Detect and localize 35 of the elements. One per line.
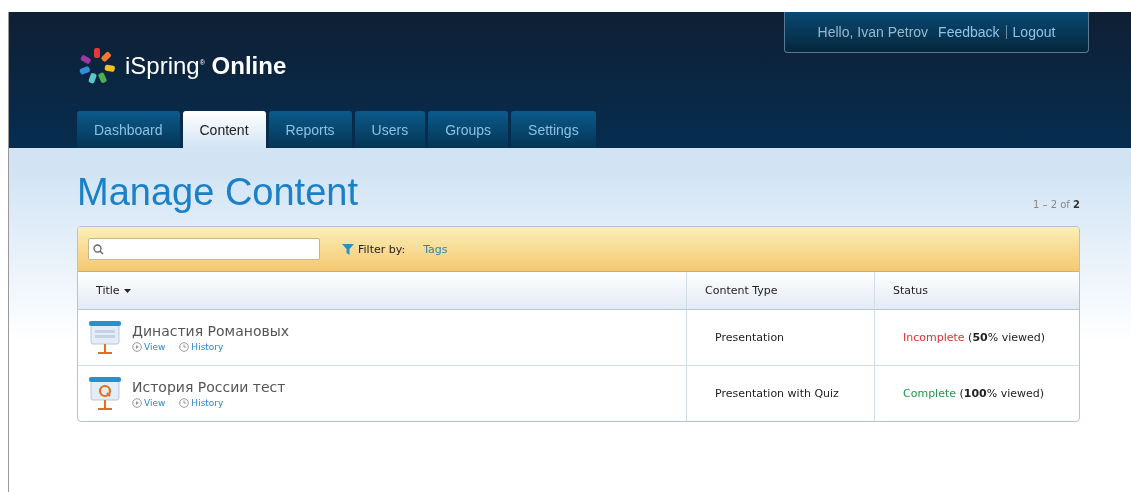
nav-tab[interactable]: Settings: [511, 111, 596, 148]
play-circle-icon: [132, 342, 142, 352]
logo-icon: [77, 46, 117, 86]
column-header[interactable]: Status: [874, 272, 1079, 310]
clock-icon: [179, 398, 190, 408]
action-link[interactable]: History: [179, 398, 224, 408]
nav-tab[interactable]: Reports: [268, 111, 352, 148]
action-link[interactable]: View: [132, 398, 166, 408]
table-cell: Complete (100% viewed): [874, 366, 1079, 421]
clock-icon: [179, 342, 190, 352]
page-title: Manage Content: [77, 171, 358, 214]
content-title[interactable]: История России тест: [132, 379, 286, 395]
table-cell: Incomplete (50% viewed): [874, 310, 1079, 366]
header-link[interactable]: Logout: [1012, 24, 1056, 40]
table-cell: Presentation with Quiz: [686, 366, 874, 421]
nav-tab[interactable]: Content: [182, 111, 266, 148]
greeting-text: Hello, Ivan Petrov: [817, 24, 929, 40]
logo-text: iSpring$^{®}$ Online: [125, 52, 287, 80]
tags-link[interactable]: Tags: [423, 242, 448, 256]
column-header[interactable]: Content Type: [686, 272, 874, 310]
content-title[interactable]: Династия Романовых: [132, 323, 290, 339]
action-link[interactable]: History: [179, 342, 224, 352]
play-circle-icon: [132, 398, 142, 408]
table-cell: Presentation: [686, 310, 874, 366]
nav-tab[interactable]: Dashboard: [77, 111, 180, 148]
filter-icon: [342, 243, 354, 255]
nav-tab[interactable]: Groups: [428, 111, 509, 148]
sort-caret-icon: [123, 288, 131, 293]
search-field[interactable]: [88, 238, 320, 260]
pagination-text: 1 – 2 of 2: [1032, 199, 1080, 210]
filter-label: Filter by:: [358, 242, 406, 256]
nav-tab[interactable]: Users: [354, 111, 426, 148]
search-icon: [93, 243, 104, 255]
action-link[interactable]: View: [132, 342, 166, 352]
header-link[interactable]: Feedback: [938, 24, 1000, 40]
